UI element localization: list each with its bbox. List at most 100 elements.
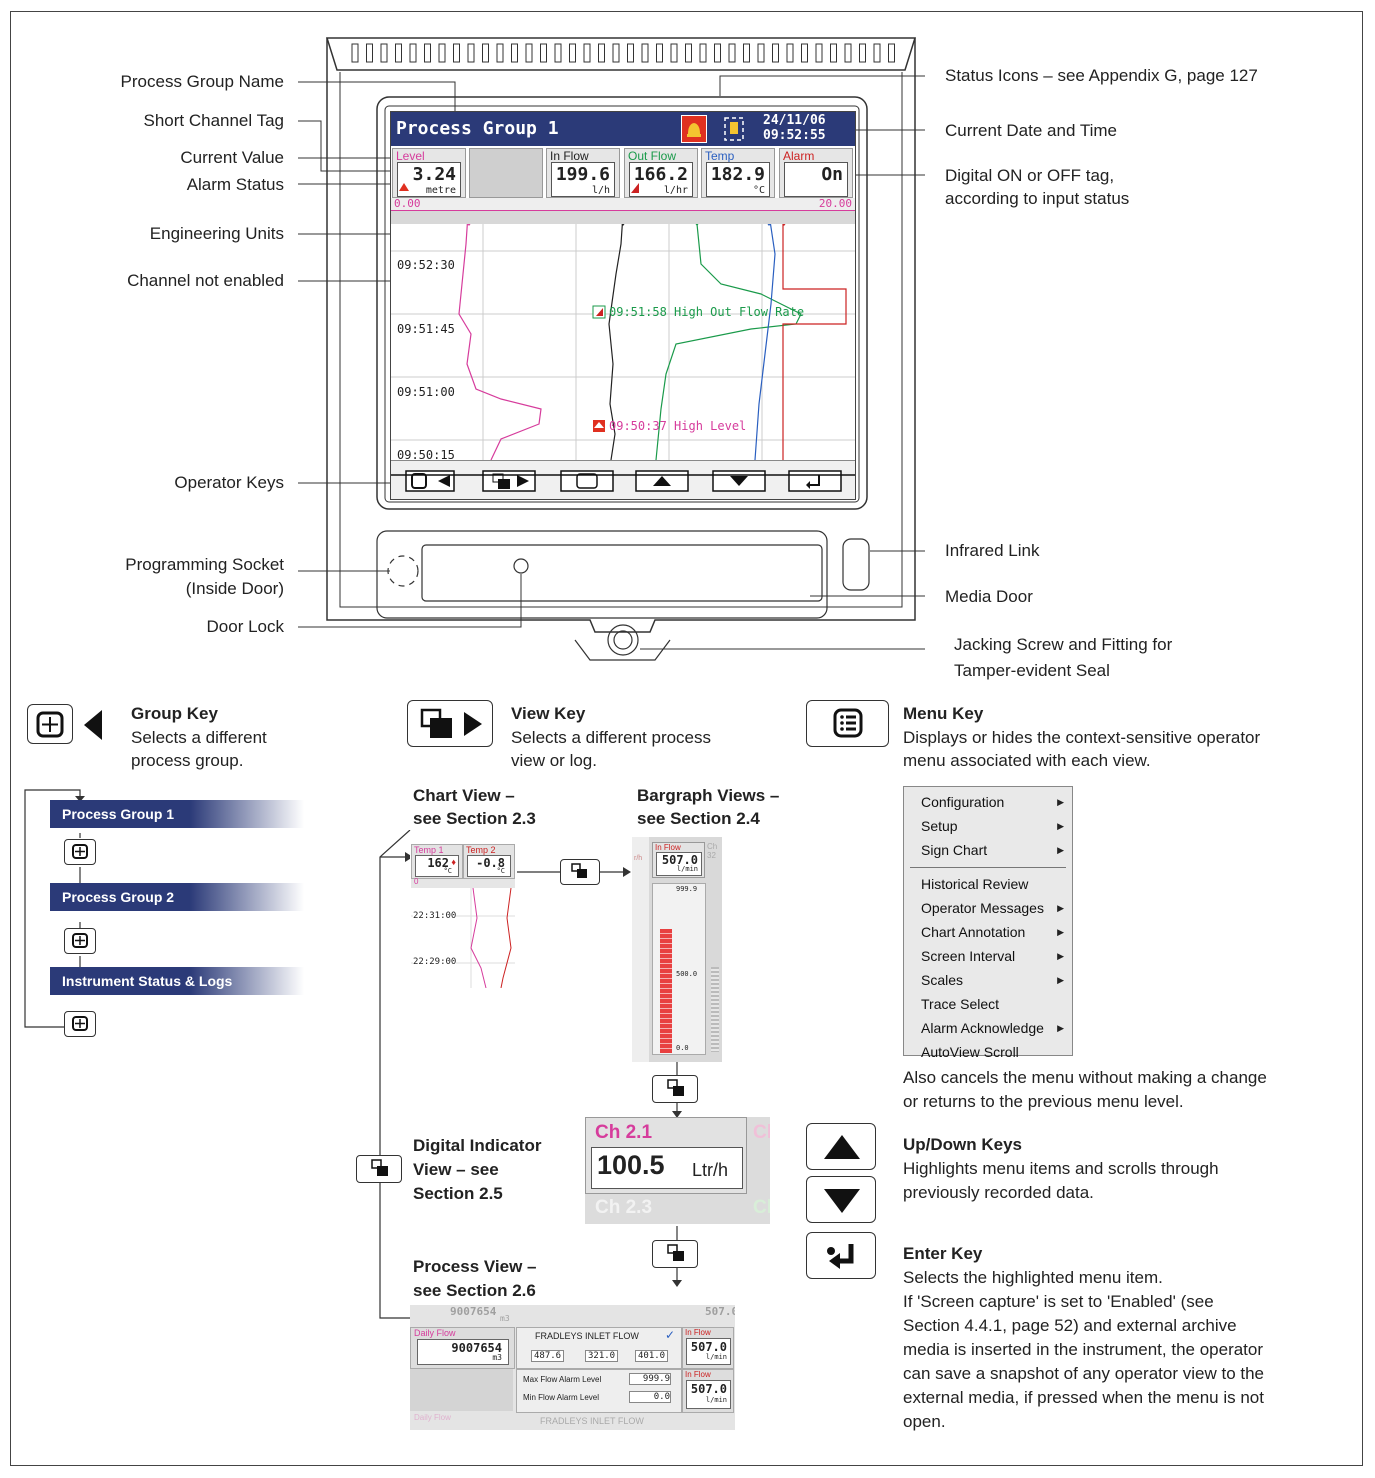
view-key-desc: Selects a different process (511, 728, 712, 747)
channel-unit: metre (425, 185, 456, 196)
operator-key-bar (391, 460, 855, 499)
callout-engineering-units: Engineering Units (149, 224, 284, 243)
menu-item[interactable]: Operator Messages (921, 900, 1044, 916)
thumb-unit: °C (443, 867, 452, 875)
menu-item[interactable]: Alarm Acknowledge (921, 1020, 1044, 1036)
rate-alarm-icon (631, 183, 639, 193)
time-display: 09:52:55 (763, 128, 826, 143)
view-key-small[interactable] (356, 1155, 402, 1183)
updown-key-desc-2: previously recorded data. (903, 1183, 1094, 1202)
enter-key-desc: Selects the highlighted menu item. (903, 1268, 1163, 1287)
bar-mid: 500.0 (676, 970, 698, 978)
updown-key-title: Up/Down Keys (903, 1135, 1023, 1154)
menu-item[interactable]: Screen Interval (921, 948, 1015, 964)
submenu-arrow-icon: ▶ (1057, 821, 1064, 831)
menu-item[interactable]: Setup (921, 818, 958, 834)
view-key-desc-2: view or log. (511, 751, 597, 770)
callout-digital-tag: Digital ON or OFF tag, (945, 166, 1115, 185)
channel-tag: Out Flow (628, 149, 677, 163)
callout-process-group-name: Process Group Name (120, 72, 284, 91)
chart-view-thumbnail: Temp 1 162 ♦ °C Temp 2 -0.8 °C 0 22:31:0… (410, 843, 517, 988)
title-bar: Process Group 1 24/11/06 09:52:55 (391, 112, 855, 146)
triangle-up-icon (824, 1135, 860, 1159)
view-key-icon (482, 470, 536, 492)
digital-side-tag: Cl (753, 1197, 770, 1218)
thumb-right-tag: Ch (707, 842, 718, 851)
min-alarm-value: 0.0 (629, 1391, 671, 1403)
menu-item[interactable]: Sign Chart (921, 842, 987, 858)
process-top-unit: m3 (500, 1314, 510, 1323)
callout-digital-tag-sub: according to input status (945, 189, 1130, 208)
menu-item[interactable]: Scales (921, 972, 963, 988)
digital-value: 100.5 (597, 1150, 665, 1180)
callout-channel-not-enabled: Channel not enabled (127, 271, 284, 290)
chart-view-heading-2: see Section 2.3 (413, 809, 536, 828)
thumb-unit: l/min (676, 865, 698, 873)
digital-side-tag: Ch (753, 1122, 770, 1143)
menu-key-button[interactable] (806, 700, 889, 747)
infrared-link (842, 538, 870, 591)
menu-item[interactable]: Trace Select (921, 996, 999, 1012)
callout-alarm-status: Alarm Status (186, 175, 284, 194)
alarm-status-icon (399, 183, 409, 191)
callout-programming-socket: Programming Socket (125, 555, 284, 574)
status-icon[interactable] (723, 116, 745, 142)
alarm-bell-icon[interactable] (681, 115, 707, 143)
menu-item[interactable]: AutoView Scroll (921, 1044, 1019, 1060)
menu-key-desc-2: menu associated with each view. (903, 751, 1151, 770)
group-key-button[interactable] (27, 704, 73, 744)
submenu-arrow-icon: ▶ (1057, 845, 1064, 855)
max-alarm-label: Max Flow Alarm Level (523, 1375, 602, 1384)
process-v3: 401.0 (635, 1350, 669, 1362)
process-unit: l/min (705, 1396, 727, 1404)
menu-key-title: Menu Key (903, 704, 984, 723)
process-top-r: 507.0 (705, 1305, 735, 1318)
alarm-mark-icon: ♦ (451, 857, 456, 867)
menu-cancel-text-2: or returns to the previous menu level. (903, 1092, 1184, 1111)
process-tag: In Flow (685, 1370, 711, 1379)
view-key-small[interactable] (652, 1075, 698, 1103)
channel-box (469, 148, 543, 198)
up-key-button[interactable] (806, 1123, 876, 1170)
group-key-title: Group Key (131, 704, 218, 723)
time-label: 09:51:45 (397, 322, 455, 336)
channel-value: 182.9 (710, 164, 765, 185)
callout-current-value: Current Value (180, 148, 284, 167)
time-label: 09:51:00 (397, 385, 455, 399)
callout-current-date-time: Current Date and Time (945, 121, 1117, 140)
menu-item[interactable]: Chart Annotation (921, 924, 1025, 940)
level-trace (458, 224, 542, 460)
process-tag: In Flow (685, 1328, 711, 1337)
menu-list-icon (833, 708, 863, 738)
view-key-button[interactable] (407, 700, 493, 747)
group-bar[interactable]: Process Group 1 (50, 800, 304, 828)
callout-infrared-link: Infrared Link (945, 541, 1040, 560)
thumb-right-val: 32 (707, 851, 716, 860)
callout-operator-keys: Operator Keys (174, 473, 284, 492)
bargraph-heading-2: see Section 2.4 (637, 809, 760, 828)
outflow-annotation: 09:51:58 High Out Flow Rate (609, 305, 805, 319)
check-icon: ✓ (665, 1328, 676, 1342)
view-key-small[interactable] (560, 859, 600, 885)
menu-item[interactable]: Configuration (921, 794, 1004, 810)
enter-key-button[interactable] (806, 1232, 876, 1279)
thumb-tag: Temp 1 (414, 845, 444, 855)
enter-key-desc-2: If 'Screen capture' is set to 'Enabled' … (903, 1292, 1214, 1311)
menu-item[interactable]: Historical Review (921, 876, 1028, 892)
down-key-icon (712, 470, 766, 492)
submenu-arrow-icon: ▶ (1057, 975, 1064, 985)
enter-key-title: Enter Key (903, 1244, 983, 1263)
process-v1: 487.6 (531, 1350, 565, 1362)
callout-jacking-screw-sub: Tamper-evident Seal (954, 661, 1110, 680)
time-label: 09:52:30 (397, 258, 455, 272)
menu-separator (910, 867, 1066, 868)
alarm-trace (782, 224, 847, 460)
process-name: FRADLEYS INLET FLOW (535, 1331, 639, 1341)
temp-trace (754, 224, 776, 460)
view-key-small[interactable] (652, 1240, 698, 1268)
door-lock (513, 558, 529, 574)
submenu-arrow-icon: ▶ (1057, 1023, 1064, 1033)
process-view-thumbnail: 9007654 m3 507.0 Daily Flow 9007654 m3 F… (410, 1305, 735, 1430)
process-tag-faded: Daily Flow (414, 1413, 451, 1422)
down-key-button[interactable] (806, 1176, 876, 1223)
